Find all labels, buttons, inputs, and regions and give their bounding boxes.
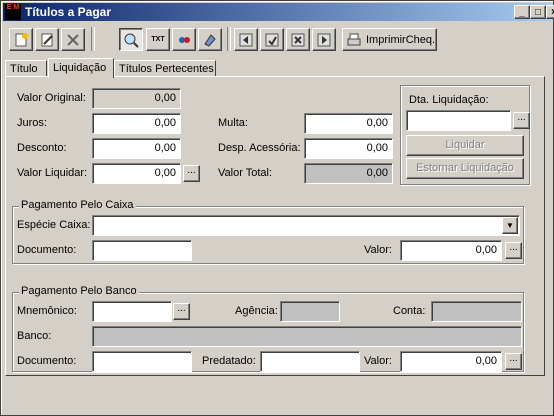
first-record-button[interactable]: [234, 28, 258, 51]
prev-record-button[interactable]: [260, 28, 284, 51]
delete-icon: [67, 33, 79, 46]
mnemonico-label: Mnemônico:: [17, 305, 77, 317]
prev-icon: [265, 33, 279, 46]
last-icon: [317, 33, 331, 46]
maximize-button[interactable]: □: [530, 5, 546, 19]
valor-liquidar-field[interactable]: 0,00: [92, 163, 181, 184]
mnemonico-field[interactable]: [92, 301, 172, 322]
tab-titulos-pertecentes[interactable]: Títulos Pertecentes: [114, 60, 216, 77]
main-window: E M Títulos a Pagar _ □ × TXT ImprimirC: [0, 0, 554, 416]
chevron-down-icon[interactable]: ▼: [502, 217, 518, 234]
printer-icon: [347, 33, 361, 45]
estornar-liquidacao-button[interactable]: Estornar Liquidação: [406, 158, 524, 179]
txt-icon: TXT: [151, 36, 165, 43]
pagamento-banco-group: Pagamento Pelo Banco Mnemônico: ... Agên…: [12, 285, 524, 372]
banco-label: Banco:: [17, 330, 52, 342]
tab-titulo[interactable]: Título: [5, 60, 47, 77]
edit-button[interactable]: [35, 28, 59, 51]
valor-total-field: 0,00: [304, 163, 393, 184]
title-bar[interactable]: E M Títulos a Pagar _ □ ×: [3, 3, 554, 21]
mnemonico-ellipsis-button[interactable]: ...: [173, 303, 190, 320]
tab-titulos-pertecentes-label: Títulos Pertecentes: [119, 63, 214, 75]
dta-liquidacao-group: Dta. Liquidação: ... Liquidar Estornar L…: [400, 85, 530, 185]
valor-liquidar-ellipsis-button[interactable]: ...: [183, 165, 200, 182]
valor-caixa-field[interactable]: 0,00: [400, 240, 502, 261]
valor-liquidar-label: Valor Liquidar:: [17, 167, 88, 179]
valor-original-field: 0,00: [92, 88, 181, 109]
pagamento-caixa-label: Pagamento Pelo Caixa: [19, 199, 136, 211]
delete-button[interactable]: [61, 28, 85, 51]
desp-acessoria-field[interactable]: 0,00: [304, 138, 393, 159]
edit-icon: [41, 33, 53, 46]
print-check-button[interactable]: ImprimirCheq.: [342, 28, 437, 51]
conta-field: [431, 301, 522, 322]
agencia-field: [280, 301, 340, 322]
pagamento-caixa-group: Pagamento Pelo Caixa Espécie Caixa: ▼ Do…: [12, 199, 524, 264]
banco-field: [92, 326, 522, 347]
juros-field[interactable]: 0,00: [92, 113, 181, 134]
first-icon: [239, 33, 253, 46]
valor-caixa-ellipsis-button[interactable]: ...: [505, 242, 522, 259]
copy-button[interactable]: [198, 28, 222, 51]
pagamento-banco-label: Pagamento Pelo Banco: [19, 285, 139, 297]
documento-banco-field[interactable]: [92, 351, 192, 372]
last-record-button[interactable]: [312, 28, 336, 51]
multa-field[interactable]: 0,00: [304, 113, 393, 134]
multa-label: Multa:: [218, 117, 248, 129]
print-check-label: ImprimirCheq.: [366, 33, 436, 46]
documento-caixa-label: Documento:: [17, 244, 77, 256]
tab-liquidacao-label: Liquidação: [53, 62, 107, 74]
especie-caixa-label: Espécie Caixa:: [17, 219, 91, 231]
new-icon: [15, 32, 28, 46]
documento-caixa-field[interactable]: [92, 240, 192, 261]
juros-label: Juros:: [17, 117, 47, 129]
dta-liquidacao-label: Dta. Liquidação:: [409, 94, 489, 106]
valor-original-label: Valor Original:: [17, 92, 86, 104]
next-record-button[interactable]: [286, 28, 310, 51]
predatado-field[interactable]: [260, 351, 360, 372]
tab-titulo-label: Título: [10, 63, 38, 75]
copy-icon: [204, 33, 216, 47]
valor-banco-ellipsis-button[interactable]: ...: [505, 353, 522, 370]
valor-caixa-label: Valor:: [364, 244, 392, 256]
search-button[interactable]: [119, 28, 143, 51]
new-button[interactable]: [9, 28, 33, 51]
desp-acessoria-label: Desp. Acessória:: [218, 142, 301, 154]
dta-liquidacao-ellipsis-button[interactable]: ...: [513, 112, 530, 129]
close-button[interactable]: ×: [546, 5, 554, 19]
valor-banco-label: Valor:: [364, 355, 392, 367]
predatado-label: Predatado:: [202, 355, 256, 367]
especie-caixa-select[interactable]: ▼: [92, 215, 520, 236]
tab-liquidacao[interactable]: Liquidação: [48, 58, 114, 78]
sort-button[interactable]: [172, 28, 196, 51]
app-icon[interactable]: E M: [5, 4, 21, 20]
documento-banco-label: Documento:: [17, 355, 77, 367]
search-icon: [124, 33, 139, 48]
desconto-field[interactable]: 0,00: [92, 138, 181, 159]
next-icon: [291, 33, 305, 46]
window-title: Títulos a Pagar: [25, 5, 112, 19]
valor-total-label: Valor Total:: [218, 167, 273, 179]
agencia-label: Agência:: [235, 305, 278, 317]
txt-button[interactable]: TXT: [146, 28, 170, 51]
sort-icon: [179, 36, 190, 43]
liquidar-button[interactable]: Liquidar: [406, 135, 524, 156]
conta-label: Conta:: [393, 305, 426, 317]
valor-banco-field[interactable]: 0,00: [400, 351, 502, 372]
desconto-label: Desconto:: [17, 142, 67, 154]
minimize-button[interactable]: _: [514, 5, 530, 19]
dta-liquidacao-field[interactable]: [406, 110, 511, 131]
tab-panel-liquidacao: Valor Original: 0,00 Juros: 0,00 Descont…: [5, 76, 545, 376]
